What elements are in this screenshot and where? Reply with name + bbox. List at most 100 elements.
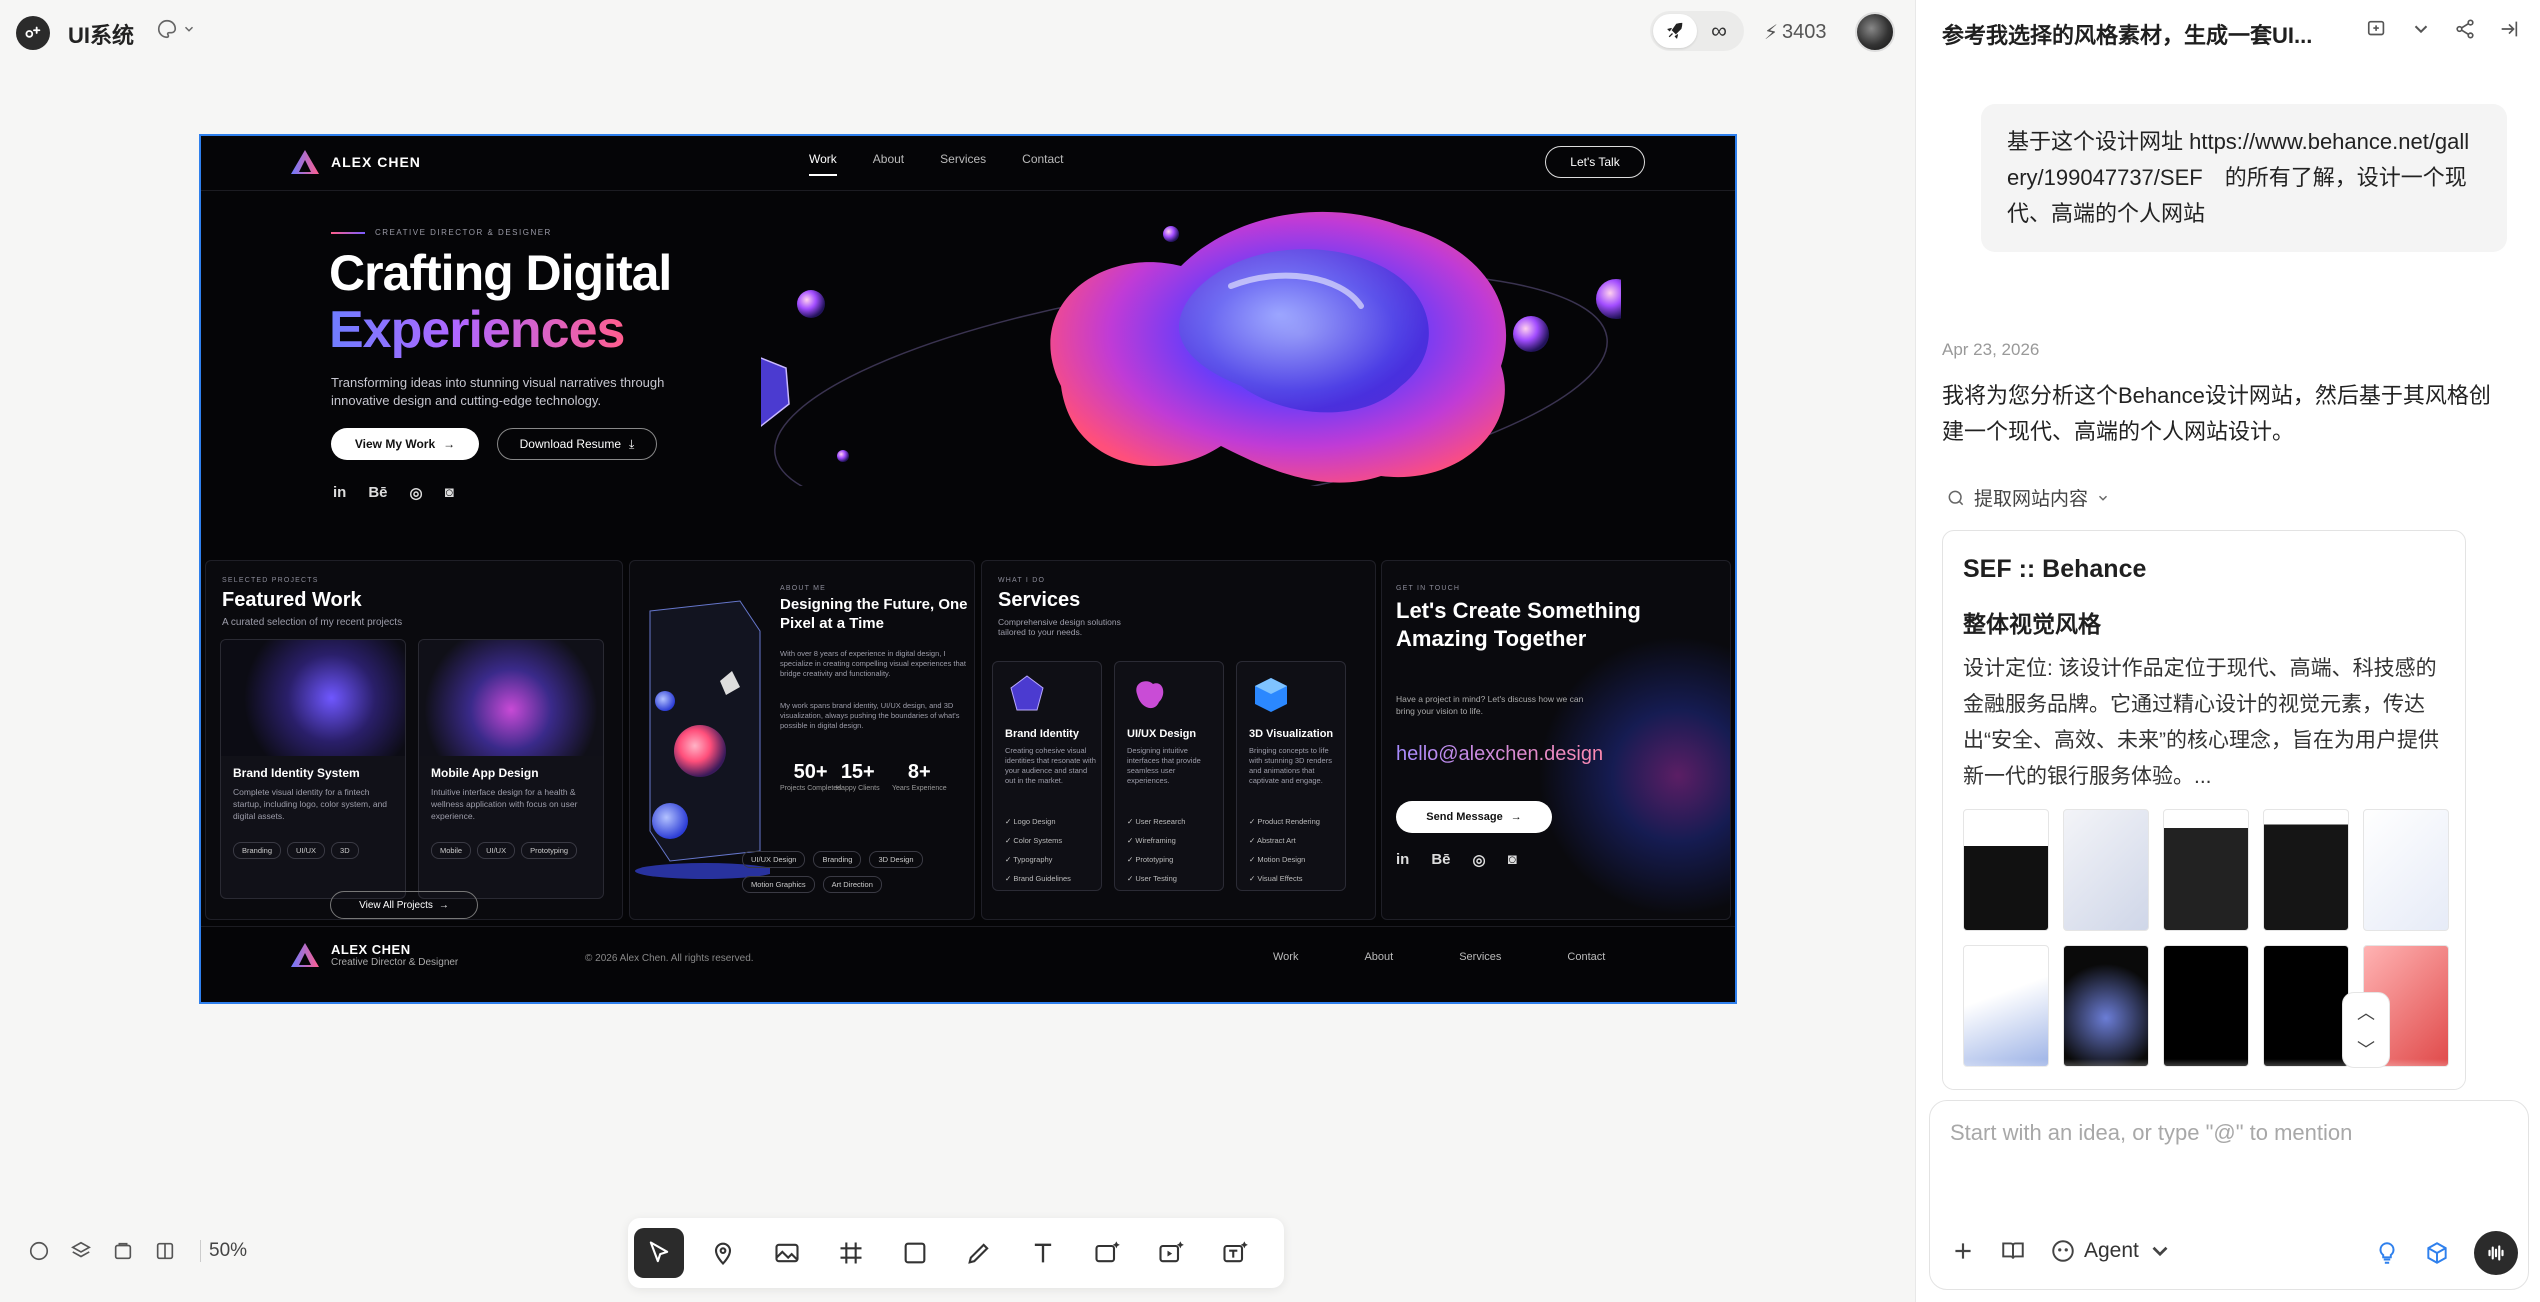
plus-icon[interactable] bbox=[1950, 1238, 1976, 1264]
glass-cube-illustration bbox=[635, 600, 770, 879]
rectangle-tool[interactable] bbox=[890, 1228, 940, 1278]
service-brand-identity[interactable]: Brand Identity Creating cohesive visual … bbox=[992, 661, 1102, 891]
voice-input-button[interactable] bbox=[2474, 1231, 2518, 1275]
view-all-projects-button[interactable]: View All Projects → bbox=[330, 891, 478, 919]
components-icon[interactable] bbox=[154, 1240, 176, 1262]
project-name[interactable]: UI系统 bbox=[68, 18, 134, 50]
thumbnail[interactable] bbox=[2263, 945, 2349, 1067]
zoom-level[interactable]: 50% bbox=[200, 1240, 247, 1262]
chat-title[interactable]: 参考我选择的风格素材，生成一套UI... bbox=[1942, 18, 2312, 50]
lightbulb-icon[interactable] bbox=[2374, 1240, 2400, 1266]
frame-tool[interactable] bbox=[826, 1228, 876, 1278]
assets-icon[interactable] bbox=[112, 1240, 134, 1262]
chevron-down-icon[interactable]: ﹀ bbox=[2357, 1036, 2375, 1062]
linkedin-icon[interactable]: in bbox=[1396, 851, 1409, 869]
behance-icon[interactable]: Bē bbox=[368, 484, 387, 502]
stat-years: 8+ Years Experience bbox=[892, 761, 947, 792]
nav-about[interactable]: About bbox=[873, 152, 904, 176]
dribbble-icon[interactable]: ◎ bbox=[1473, 851, 1486, 869]
project-card-brand[interactable]: Brand Identity System Complete visual id… bbox=[220, 639, 406, 899]
project-menu[interactable] bbox=[156, 18, 196, 40]
hero-subtitle: Transforming ideas into stunning visual … bbox=[331, 375, 665, 408]
ai-image-tool[interactable] bbox=[1082, 1228, 1132, 1278]
project-title: Brand Identity System bbox=[233, 766, 360, 780]
nav-services[interactable]: Services bbox=[940, 152, 986, 176]
thumbnail[interactable] bbox=[2363, 809, 2449, 931]
layers-icon[interactable] bbox=[70, 1240, 92, 1262]
hash-icon bbox=[840, 1242, 862, 1264]
design-canvas[interactable]: ALEX CHEN Work About Services Contact Le… bbox=[0, 64, 1915, 1302]
collapse-panel-icon[interactable] bbox=[2498, 18, 2520, 40]
dribbble-icon[interactable]: ◎ bbox=[410, 484, 423, 502]
project-tag: Branding bbox=[233, 842, 282, 859]
chevron-down-icon bbox=[2152, 1246, 2168, 1257]
instagram-icon[interactable]: ◙ bbox=[445, 484, 454, 502]
service-name: UI/UX Design bbox=[1127, 728, 1197, 740]
assistant-message: 我将为您分析这个Behance设计网站，然后基于其风格创建一个现代、高端的个人网… bbox=[1942, 383, 2491, 444]
contact-subtitle: Have a project in mind? Let's discuss ho… bbox=[1396, 694, 1584, 716]
footer-link-about[interactable]: About bbox=[1364, 951, 1393, 963]
footer-link-services[interactable]: Services bbox=[1459, 951, 1501, 963]
footer-link-work[interactable]: Work bbox=[1273, 951, 1298, 963]
services-subtitle: Comprehensive design solutions tailored … bbox=[998, 617, 1121, 637]
text-tool[interactable] bbox=[1018, 1228, 1068, 1278]
chat-input[interactable] bbox=[1950, 1115, 2510, 1151]
credits-badge[interactable]: ⚡ 3403 bbox=[1764, 20, 1827, 45]
pin-tool[interactable] bbox=[698, 1228, 748, 1278]
infinity-icon[interactable]: ∞ bbox=[1697, 14, 1741, 48]
behance-icon[interactable]: Bē bbox=[1431, 851, 1450, 869]
thumbnail[interactable] bbox=[2163, 945, 2249, 1067]
share-icon[interactable] bbox=[2454, 18, 2476, 40]
footer-brand[interactable]: ALEX CHEN Creative Director & Designer bbox=[289, 941, 458, 969]
project-desc: Intuitive interface design for a health … bbox=[431, 787, 578, 821]
hero-eyebrow: CREATIVE DIRECTOR & DESIGNER bbox=[331, 228, 552, 237]
image-tool[interactable] bbox=[762, 1228, 812, 1278]
service-desc: Creating cohesive visual identities that… bbox=[1005, 746, 1096, 785]
circle-icon[interactable] bbox=[28, 1240, 50, 1262]
service-3d-visualization[interactable]: 3D Visualization Bringing concepts to li… bbox=[1236, 661, 1346, 891]
cube-icon[interactable] bbox=[2424, 1240, 2450, 1266]
thumbnail[interactable] bbox=[2063, 809, 2149, 931]
contact-email[interactable]: hello@alexchen.design bbox=[1396, 743, 1603, 766]
ai-video-tool[interactable] bbox=[1146, 1228, 1196, 1278]
book-icon[interactable] bbox=[2000, 1238, 2026, 1264]
nav-contact[interactable]: Contact bbox=[1022, 152, 1063, 176]
tool-call-toggle[interactable]: 提取网站内容 bbox=[1946, 484, 2110, 511]
website-frame[interactable]: ALEX CHEN Work About Services Contact Le… bbox=[199, 134, 1737, 1004]
blob-icon bbox=[1136, 681, 1164, 709]
thumbnail[interactable] bbox=[2063, 945, 2149, 1067]
instagram-icon[interactable]: ◙ bbox=[1508, 851, 1517, 869]
mode-toggle[interactable]: ∞ bbox=[1650, 11, 1744, 51]
thumbnail[interactable] bbox=[1963, 945, 2049, 1067]
project-card-mobile[interactable]: Mobile App Design Intuitive interface de… bbox=[418, 639, 604, 899]
linkedin-icon[interactable]: in bbox=[333, 484, 346, 502]
lets-talk-button[interactable]: Let's Talk bbox=[1545, 146, 1645, 178]
new-chat-icon[interactable] bbox=[2366, 18, 2388, 40]
app-logo-icon[interactable] bbox=[16, 16, 50, 50]
chevron-up-icon[interactable]: ︿ bbox=[2357, 999, 2375, 1025]
thumbnail[interactable] bbox=[2163, 809, 2249, 931]
footer-link-contact[interactable]: Contact bbox=[1567, 951, 1605, 963]
thumbnail[interactable] bbox=[1963, 809, 2049, 931]
site-nav-links: Work About Services Contact bbox=[809, 152, 1064, 176]
footer-links: Work About Services Contact bbox=[1273, 951, 1605, 963]
chevron-down-icon[interactable] bbox=[2410, 18, 2432, 40]
thumbnail[interactable] bbox=[2263, 809, 2349, 931]
result-heading: 整体视觉风格 bbox=[1963, 611, 2101, 637]
skill-tag: 3D Design bbox=[869, 851, 923, 868]
send-message-button[interactable]: Send Message → bbox=[1396, 801, 1552, 833]
map-pin-icon bbox=[714, 1242, 732, 1265]
download-resume-button[interactable]: Download Resume ⤓ bbox=[497, 428, 657, 460]
project-desc: Complete visual identity for a fintech s… bbox=[233, 787, 388, 821]
ai-text-tool[interactable] bbox=[1210, 1228, 1260, 1278]
site-brand[interactable]: ALEX CHEN bbox=[289, 148, 421, 176]
agent-selector[interactable]: Agent bbox=[2050, 1238, 2173, 1264]
nav-work[interactable]: Work bbox=[809, 152, 837, 176]
cursor-icon bbox=[649, 1241, 669, 1263]
rocket-icon[interactable] bbox=[1653, 14, 1697, 48]
pen-tool[interactable] bbox=[954, 1228, 1004, 1278]
user-avatar[interactable] bbox=[1855, 12, 1895, 52]
view-work-button[interactable]: View My Work → bbox=[331, 428, 479, 460]
select-tool[interactable] bbox=[634, 1228, 684, 1278]
service-uiux-design[interactable]: UI/UX Design Designing intuitive interfa… bbox=[1114, 661, 1224, 891]
